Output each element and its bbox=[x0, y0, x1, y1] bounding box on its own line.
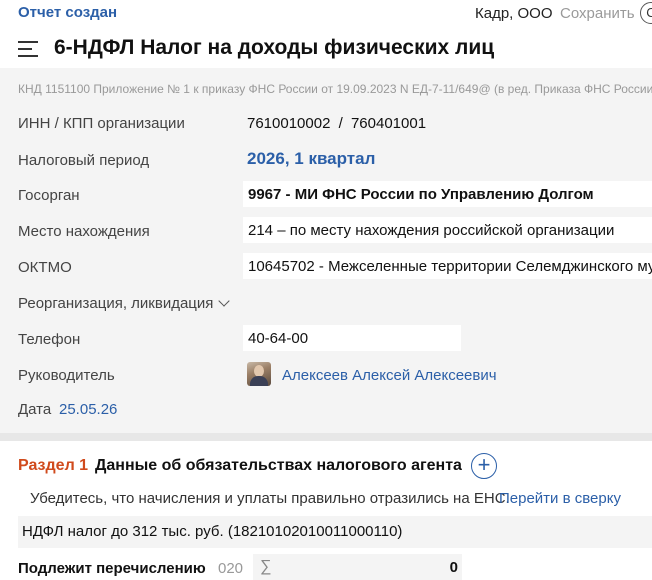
section-title: Данные об обязательствах налогового аген… bbox=[95, 457, 462, 474]
phone-field[interactable]: 40-64-00 bbox=[243, 325, 461, 351]
date-value[interactable]: 25.05.26 bbox=[59, 401, 117, 418]
add-section-button[interactable]: + bbox=[471, 453, 497, 479]
reorganization-toggle[interactable]: Реорганизация, ликвидация bbox=[18, 295, 231, 312]
reconciliation-link[interactable]: Перейти в сверку bbox=[499, 490, 621, 507]
company-name[interactable]: Кадр, ООО bbox=[475, 5, 553, 22]
director-label: Руководитель bbox=[18, 367, 115, 384]
inn-value: 7610010002 bbox=[247, 115, 331, 132]
page-title: 6-НДФЛ Налог на доходы физических лиц bbox=[54, 36, 495, 59]
report-status: Отчет создан bbox=[18, 4, 118, 21]
location-label: Место нахождения bbox=[18, 223, 150, 240]
phone-label: Телефон bbox=[18, 331, 81, 348]
oktmo-field[interactable]: 10645702 - Межселенные территории Селемд… bbox=[243, 253, 652, 279]
due-line-code: 020 bbox=[218, 560, 244, 577]
inn-kpp-label: ИНН / КПП организации bbox=[18, 115, 185, 132]
tax-row[interactable]: НДФЛ налог до 312 тыс. руб. (18210102010… bbox=[18, 516, 652, 548]
sum-icon: ∑ bbox=[260, 558, 272, 575]
section-number: Раздел 1 bbox=[18, 457, 89, 474]
knd-info: КНД 1151100 Приложение № 1 к приказу ФНС… bbox=[18, 82, 652, 96]
director-link[interactable]: Алексеев Алексей Алексеевич bbox=[282, 367, 497, 384]
due-label: Подлежит перечислению bbox=[18, 560, 206, 577]
authority-label: Госорган bbox=[18, 187, 80, 204]
due-amount-value: 0 bbox=[449, 559, 458, 576]
period-label: Налоговый период bbox=[18, 152, 150, 169]
date-label: Дата bbox=[18, 401, 52, 418]
oktmo-label: ОКТМО bbox=[18, 259, 72, 276]
save-button[interactable]: Сохранить bbox=[560, 5, 635, 22]
authority-field[interactable]: 9967 - МИ ФНС России по Управлению Долго… bbox=[243, 181, 652, 207]
inn-kpp-separator: / bbox=[338, 115, 343, 132]
location-field[interactable]: 214 – по месту нахождения российской орг… bbox=[243, 217, 652, 243]
reorganization-label: Реорганизация, ликвидация bbox=[18, 295, 214, 312]
ens-hint-text: Убедитесь, что начисления и уплаты прави… bbox=[30, 490, 510, 507]
inn-kpp-value[interactable]: 7610010002 / 760401001 bbox=[247, 115, 426, 132]
avatar[interactable] bbox=[247, 362, 271, 386]
chevron-down-icon bbox=[218, 295, 231, 307]
round-action-button[interactable]: С bbox=[640, 2, 652, 24]
kpp-value: 760401001 bbox=[350, 115, 427, 132]
period-value[interactable]: 2026, 1 квартал bbox=[247, 149, 375, 169]
section-divider bbox=[0, 433, 652, 441]
hamburger-menu-icon[interactable] bbox=[18, 41, 38, 59]
